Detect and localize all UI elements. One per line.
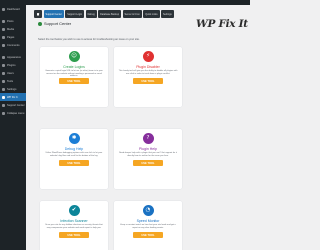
card-description: Keep a constant watch on how fast your s… bbox=[120, 224, 176, 229]
logo-text: WP Fix It bbox=[196, 18, 248, 30]
card-glyph: ◔ bbox=[145, 206, 151, 213]
card-title: Create Logins bbox=[63, 65, 85, 69]
tool-card-speed-monitor: ◔ Speed Monitor Keep a constant watch on… bbox=[114, 201, 182, 250]
tab-settings[interactable]: Settings bbox=[161, 10, 174, 18]
sidebar-item-dashboard[interactable]: Dashboard bbox=[0, 5, 26, 13]
use-tool-button[interactable]: USE TOOL bbox=[133, 160, 163, 166]
brush-icon bbox=[2, 55, 5, 59]
collapse-icon bbox=[2, 111, 5, 115]
page-title-text: Support Center bbox=[44, 21, 72, 26]
card-glyph: ☺ bbox=[71, 52, 77, 59]
users-icon bbox=[2, 71, 5, 75]
tool-card-infection-scanner: ✔ Infection Scanner Scan your site for a… bbox=[40, 201, 108, 250]
sidebar-item-label: Pages bbox=[7, 35, 15, 39]
bug-icon: ✱ bbox=[68, 133, 80, 144]
tab-bar: Support Center Support Login Debug Datab… bbox=[34, 10, 198, 18]
page-icon bbox=[2, 35, 5, 39]
home-icon bbox=[36, 12, 40, 16]
wpfixit-icon bbox=[2, 95, 5, 99]
sidebar-item-plugins[interactable]: Plugins bbox=[0, 61, 26, 69]
plugin-icon bbox=[2, 63, 5, 67]
tab-database-backup[interactable]: Database Backup bbox=[98, 10, 122, 18]
media-icon bbox=[2, 27, 5, 31]
card-glyph: ? bbox=[146, 134, 150, 141]
card-title: Speed Monitor bbox=[136, 219, 160, 223]
main-content: Support Center Support Login Debug Datab… bbox=[26, 5, 250, 250]
sidebar-item-pages[interactable]: Pages bbox=[0, 33, 26, 41]
plug-icon: ⚡ bbox=[142, 51, 154, 62]
wrench-icon bbox=[2, 79, 5, 83]
tool-card-plugin-help: ? Plugin Help Need deeper help with a pl… bbox=[114, 129, 182, 189]
support-icon bbox=[2, 103, 5, 107]
card-description: Scan your site for any hidden infections… bbox=[45, 224, 103, 229]
speedometer-icon: ◔ bbox=[142, 205, 154, 216]
sidebar-item-label: Posts bbox=[7, 19, 14, 23]
sidebar-item-users[interactable]: Users bbox=[0, 69, 26, 77]
sidebar-item-collapse[interactable]: Collapse menu bbox=[0, 109, 26, 117]
sidebar-item-label: Media bbox=[7, 27, 15, 31]
sidebar-item-label: Tools bbox=[7, 79, 14, 83]
sidebar-item-appearance[interactable]: Appearance bbox=[0, 53, 26, 61]
card-glyph: ⚡ bbox=[146, 52, 150, 59]
support-icon bbox=[38, 21, 42, 26]
sidebar-item-label: Support Center bbox=[7, 103, 25, 107]
sidebar-item-support-center[interactable]: Support Center bbox=[0, 101, 26, 109]
card-description: Need deeper help with a plugin that you … bbox=[119, 152, 177, 157]
use-tool-button[interactable]: USE TOOL bbox=[59, 160, 89, 166]
card-title: Plugin Help bbox=[139, 147, 157, 151]
tab-support-login[interactable]: Support Login bbox=[65, 10, 85, 18]
card-title: Plugin Disabler bbox=[136, 65, 160, 69]
use-tool-button[interactable]: USE TOOL bbox=[59, 232, 89, 238]
dashboard-icon bbox=[2, 7, 5, 11]
page-title: Support Center bbox=[38, 21, 71, 26]
sidebar-item-label: WP Fix It bbox=[7, 95, 18, 99]
card-description: Generate a quick login URL to let our (o… bbox=[45, 70, 103, 78]
sidebar-item-comments[interactable]: Comments bbox=[0, 41, 26, 49]
sidebar-item-label: Settings bbox=[7, 87, 17, 91]
shield-icon: ✔ bbox=[68, 205, 80, 216]
sidebar-item-label: Plugins bbox=[7, 63, 16, 67]
sidebar-item-media[interactable]: Media bbox=[0, 25, 26, 33]
card-description: Utilize WordPress debugging options with… bbox=[45, 152, 103, 157]
tool-card-debug-help: ✱ Debug Help Utilize WordPress debugging… bbox=[40, 129, 108, 189]
tab-server-cron[interactable]: Server & Cron bbox=[122, 10, 142, 18]
user-plus-icon: ☺ bbox=[68, 51, 80, 62]
tool-card-create-logins: ☺ Create Logins Generate a quick login U… bbox=[40, 47, 108, 107]
use-tool-button[interactable]: USE TOOL bbox=[59, 78, 89, 84]
sidebar-item-label: Collapse menu bbox=[7, 111, 25, 115]
card-glyph: ✱ bbox=[71, 134, 77, 141]
sidebar-item-posts[interactable]: Posts bbox=[0, 17, 26, 25]
sidebar-item-settings[interactable]: Settings bbox=[0, 85, 26, 93]
card-description: This handy tool will give you the abilit… bbox=[118, 70, 178, 75]
tab-home[interactable] bbox=[34, 10, 42, 18]
settings-icon bbox=[2, 87, 5, 91]
use-tool-button[interactable]: USE TOOL bbox=[133, 232, 163, 238]
sidebar-item-label: Dashboard bbox=[7, 7, 20, 11]
sidebar-item-label: Comments bbox=[7, 43, 20, 47]
use-tool-button[interactable]: USE TOOL bbox=[133, 78, 163, 84]
sidebar-item-label: Users bbox=[7, 71, 14, 75]
card-title: Infection Scanner bbox=[60, 219, 88, 223]
pin-icon bbox=[2, 19, 5, 23]
sidebar-item-wp-fix-it[interactable]: WP Fix It bbox=[0, 93, 26, 101]
sidebar-item-tools[interactable]: Tools bbox=[0, 77, 26, 85]
tab-debug[interactable]: Debug bbox=[85, 10, 97, 18]
tab-quick-links[interactable]: Quick Links bbox=[143, 10, 160, 18]
comment-icon bbox=[2, 43, 5, 47]
tab-support-center[interactable]: Support Center bbox=[43, 10, 64, 18]
page-description: Select the tool below you wish to use to… bbox=[38, 38, 140, 41]
card-glyph: ✔ bbox=[71, 206, 77, 213]
card-title: Debug Help bbox=[64, 147, 84, 151]
sidebar-item-label: Appearance bbox=[7, 55, 21, 59]
admin-sidebar: Dashboard Posts Media Pages Comments App… bbox=[0, 5, 26, 250]
tool-card-plugin-disabler: ⚡ Plugin Disabler This handy tool will g… bbox=[114, 47, 182, 107]
plugin-help-icon: ? bbox=[142, 133, 154, 144]
wp-fix-it-logo: WP Fix It bbox=[196, 14, 248, 30]
